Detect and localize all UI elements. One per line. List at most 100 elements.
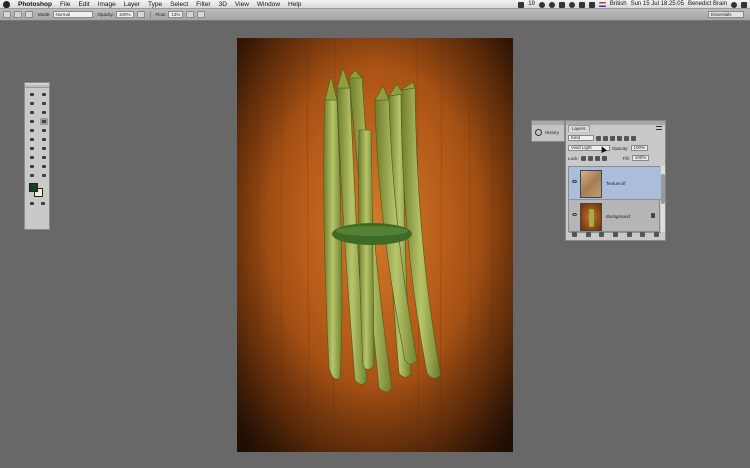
menu-help[interactable]: Help [284,0,305,9]
menu-filter[interactable]: Filter [192,0,214,9]
quick-select-tool-icon[interactable] [40,100,48,107]
scrollbar-thumb[interactable] [661,174,665,204]
marquee-tool-icon[interactable] [40,91,48,98]
flag-icon[interactable] [598,2,606,7]
panel-menu-icon[interactable] [656,126,662,130]
clone-stamp-tool-icon[interactable] [28,127,36,134]
adobe-icon[interactable] [518,1,525,8]
pressure-opacity-icon[interactable] [136,11,145,18]
history-brush-tool-icon[interactable] [40,127,48,134]
history-panel-grip[interactable] [532,121,564,125]
filter-pixel-icon[interactable] [596,135,601,141]
type-tool-icon[interactable] [40,154,48,161]
lock-position-icon[interactable] [594,155,600,161]
notification-center-icon[interactable] [741,1,747,8]
filter-type-icon[interactable] [610,135,615,141]
battery-icon[interactable] [588,1,595,8]
eraser-tool-icon[interactable] [28,136,36,143]
layer-row-texture[interactable]: Texture.tif [569,167,661,200]
color-swatches [29,183,45,197]
input-source[interactable]: British [610,0,627,9]
path-select-tool-icon[interactable] [28,163,36,170]
menu-window[interactable]: Window [253,0,284,9]
opacity-field[interactable]: 100% [116,11,134,18]
wifi-icon[interactable] [568,1,575,8]
lock-pixels-icon[interactable] [587,155,593,161]
lasso-tool-icon[interactable] [28,100,36,107]
spotlight-icon[interactable] [731,1,737,8]
delete-layer-icon[interactable] [653,232,659,237]
history-panel[interactable]: History [531,120,565,142]
menu-select[interactable]: Select [166,0,192,9]
mode-label: Mode: [38,12,51,17]
menu-type[interactable]: Type [144,0,166,9]
mode-select[interactable]: Normal [52,11,93,18]
dodge-tool-icon[interactable] [40,145,48,152]
visibility-eye-icon[interactable] [572,213,577,216]
adjustment-layer-icon[interactable] [612,232,618,237]
zoom-tool-icon[interactable] [40,172,48,179]
tab-layers[interactable]: Layers [568,125,590,132]
layer-name[interactable]: Texture.tif [606,181,626,186]
brush-tool-icon[interactable] [40,118,48,125]
brush-size-picker[interactable] [14,11,22,18]
layer-name[interactable]: Background [606,214,630,219]
filter-adjustment-icon[interactable] [603,135,608,141]
new-group-icon[interactable] [626,232,632,237]
lock-transparency-icon[interactable] [580,155,586,161]
asparagus-photo [237,38,513,452]
pressure-size-icon[interactable] [197,11,206,18]
shape-tool-icon[interactable] [40,163,48,170]
layer-row-background[interactable]: Background [569,200,661,233]
filter-smart-object-icon[interactable] [624,135,629,141]
bluetooth-icon[interactable] [558,1,565,8]
hand-tool-icon[interactable] [28,172,36,179]
sync-icon[interactable] [548,1,555,8]
foreground-color-swatch[interactable] [29,183,38,192]
pen-tool-icon[interactable] [28,154,36,161]
eyedropper-tool-icon[interactable] [40,109,48,116]
flow-field[interactable]: 13% [168,11,184,18]
move-tool-icon[interactable] [28,91,36,98]
menu-photoshop[interactable]: Photoshop [14,0,56,9]
new-layer-icon[interactable] [640,232,646,237]
link-layers-icon[interactable] [572,232,578,237]
user-name[interactable]: Benedict Brain [688,0,727,9]
flow-label: Flow: [155,12,167,17]
blur-tool-icon[interactable] [28,145,36,152]
menu-view[interactable]: View [231,0,253,9]
screen-mode-icon[interactable] [39,200,47,207]
menu-3d[interactable]: 3D [215,0,231,9]
add-mask-icon[interactable] [599,232,605,237]
layers-panel: Layers Kind Vivid Light Opacity: 100% Lo… [565,120,666,241]
workspace-switcher[interactable]: Essentials [708,11,744,18]
layers-footer [568,231,663,238]
brush-panel-toggle-icon[interactable] [25,11,33,18]
filter-shape-icon[interactable] [617,135,622,141]
apple-menu-icon[interactable] [3,0,10,8]
clock[interactable]: Sun 15 Jul 18:25:05 [631,0,684,9]
lock-all-icon[interactable] [601,155,607,161]
menu-file[interactable]: File [56,0,74,9]
crop-tool-icon[interactable] [28,109,36,116]
gradient-tool-icon[interactable] [40,136,48,143]
airbrush-icon[interactable] [186,11,195,18]
healing-brush-tool-icon[interactable] [28,118,36,125]
volume-icon[interactable] [578,1,585,8]
filter-toggle-icon[interactable] [631,135,636,141]
dropbox-icon[interactable] [538,1,545,8]
document-canvas[interactable] [237,38,513,452]
brush-tool-preset-icon[interactable] [3,11,11,18]
layer-opacity-field[interactable]: 100% [630,145,649,151]
layers-scrollbar[interactable] [661,166,665,232]
kind-filter-select[interactable]: Kind [568,135,594,141]
menu-layer[interactable]: Layer [120,0,144,9]
menu-edit[interactable]: Edit [74,0,93,9]
quick-mask-icon[interactable] [28,200,36,207]
layer-thumbnail[interactable] [580,203,602,231]
layer-style-icon[interactable] [585,232,591,237]
fill-field[interactable]: 100% [631,155,650,161]
visibility-eye-icon[interactable] [572,180,577,183]
menu-image[interactable]: Image [94,0,120,9]
layer-thumbnail[interactable] [580,170,602,198]
